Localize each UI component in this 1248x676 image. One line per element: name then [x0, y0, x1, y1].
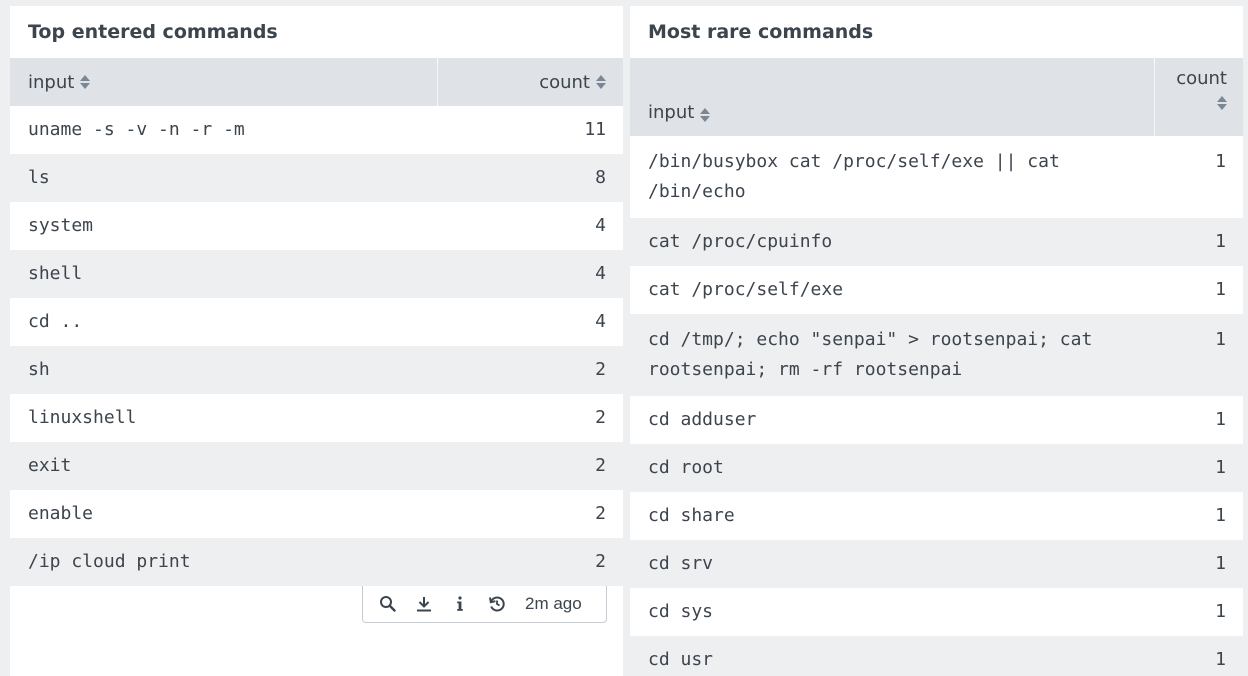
column-label: count	[539, 71, 590, 93]
table-row[interactable]: sh 2	[10, 346, 623, 394]
count-column-header[interactable]: count	[438, 58, 623, 106]
table-row[interactable]: system 4	[10, 202, 623, 250]
table-row[interactable]: cat /proc/self/exe 1	[630, 266, 1243, 314]
table-row[interactable]: shell 4	[10, 250, 623, 298]
input-cell: /ip cloud print	[28, 551, 191, 572]
count-cell: 2	[595, 551, 606, 572]
table-row[interactable]: cd adduser 1	[630, 396, 1243, 444]
table-header: input count	[10, 58, 623, 106]
sort-icon[interactable]	[596, 74, 606, 90]
count-cell: 2	[595, 455, 606, 476]
input-cell: exit	[28, 455, 72, 476]
input-cell: enable	[28, 503, 94, 524]
rare-commands-panel: Most rare commands input count /bin/busy…	[630, 6, 1243, 676]
input-cell: cd srv	[648, 553, 714, 574]
column-label: count	[1176, 68, 1227, 89]
count-cell: 2	[595, 503, 606, 524]
input-cell: sh	[28, 359, 50, 380]
search-icon[interactable]	[379, 589, 415, 619]
top-commands-panel: Top entered commands input count uname -…	[10, 6, 623, 676]
input-column-header[interactable]: input	[10, 58, 438, 106]
count-cell: 4	[595, 215, 606, 236]
table-row[interactable]: cd share 1	[630, 492, 1243, 540]
count-cell: 1	[1215, 279, 1226, 300]
count-cell: 1	[1215, 151, 1226, 172]
input-cell: cat /proc/self/exe	[648, 279, 844, 300]
input-cell: cd ..	[28, 311, 83, 332]
sort-icon[interactable]	[80, 74, 91, 90]
count-cell: 1	[1215, 649, 1226, 670]
input-cell: cd share	[648, 505, 735, 526]
table-row[interactable]: /bin/busybox cat /proc/self/exe || cat /…	[630, 136, 1243, 218]
table-row[interactable]: exit 2	[10, 442, 623, 490]
table-row[interactable]: cd usr 1	[630, 636, 1243, 676]
table-row[interactable]: uname -s -v -n -r -m 11	[10, 106, 623, 154]
count-cell: 2	[595, 359, 606, 380]
count-cell: 1	[1215, 553, 1226, 574]
sort-icon[interactable]	[1217, 95, 1227, 111]
count-cell: 1	[1215, 601, 1226, 622]
panel-toolbar: 2m ago	[362, 586, 607, 623]
table-row[interactable]: enable 2	[10, 490, 623, 538]
input-cell: cd usr	[648, 649, 714, 670]
count-cell: 4	[595, 311, 606, 332]
count-cell: 4	[595, 263, 606, 284]
input-cell: cat /proc/cpuinfo	[648, 231, 833, 252]
column-label: input	[648, 102, 695, 123]
table-row[interactable]: cd srv 1	[630, 540, 1243, 588]
table-row[interactable]: linuxshell 2	[10, 394, 623, 442]
table-row[interactable]: cd sys 1	[630, 588, 1243, 636]
count-column-header[interactable]: count	[1155, 58, 1243, 136]
table-row[interactable]: ls 8	[10, 154, 623, 202]
table-header: input count	[630, 58, 1243, 136]
count-cell: 1	[1215, 329, 1226, 350]
panel-title: Top entered commands	[28, 21, 278, 43]
table-row[interactable]: cd root 1	[630, 444, 1243, 492]
column-label: input	[28, 71, 75, 93]
input-cell: shell	[28, 263, 83, 284]
input-cell: cd sys	[648, 601, 714, 622]
input-cell: /bin/busybox cat /proc/self/exe || cat /…	[648, 151, 1060, 202]
count-cell: 1	[1215, 231, 1226, 252]
table-row[interactable]: cd /tmp/; echo "senpai" > rootsenpai; ca…	[630, 314, 1243, 396]
input-cell: system	[28, 215, 94, 236]
input-column-header[interactable]: input	[630, 58, 1155, 136]
count-cell: 11	[584, 119, 606, 140]
sort-icon[interactable]	[700, 107, 711, 123]
count-cell: 2	[595, 407, 606, 428]
download-icon[interactable]	[415, 589, 451, 619]
count-cell: 1	[1215, 457, 1226, 478]
count-cell: 1	[1215, 409, 1226, 430]
input-cell: uname -s -v -n -r -m	[28, 119, 245, 140]
refresh-icon[interactable]	[487, 589, 523, 619]
table-body: uname -s -v -n -r -m 11 ls 8 system 4 shell…	[10, 106, 623, 586]
table-body: /bin/busybox cat /proc/self/exe || cat /…	[630, 136, 1243, 676]
last-updated-label: 2m ago	[525, 594, 582, 613]
table-row[interactable]: cd .. 4	[10, 298, 623, 346]
input-cell: cd root	[648, 457, 724, 478]
input-cell: linuxshell	[28, 407, 137, 428]
count-cell: 8	[595, 167, 606, 188]
table-row[interactable]: /ip cloud print 2	[10, 538, 623, 586]
input-cell: cd /tmp/; echo "senpai" > rootsenpai; ca…	[648, 329, 1093, 380]
count-cell: 1	[1215, 505, 1226, 526]
table-row[interactable]: cat /proc/cpuinfo 1	[630, 218, 1243, 266]
input-cell: cd adduser	[648, 409, 757, 430]
info-icon[interactable]	[451, 589, 487, 619]
input-cell: ls	[28, 167, 50, 188]
panel-title: Most rare commands	[648, 21, 874, 43]
